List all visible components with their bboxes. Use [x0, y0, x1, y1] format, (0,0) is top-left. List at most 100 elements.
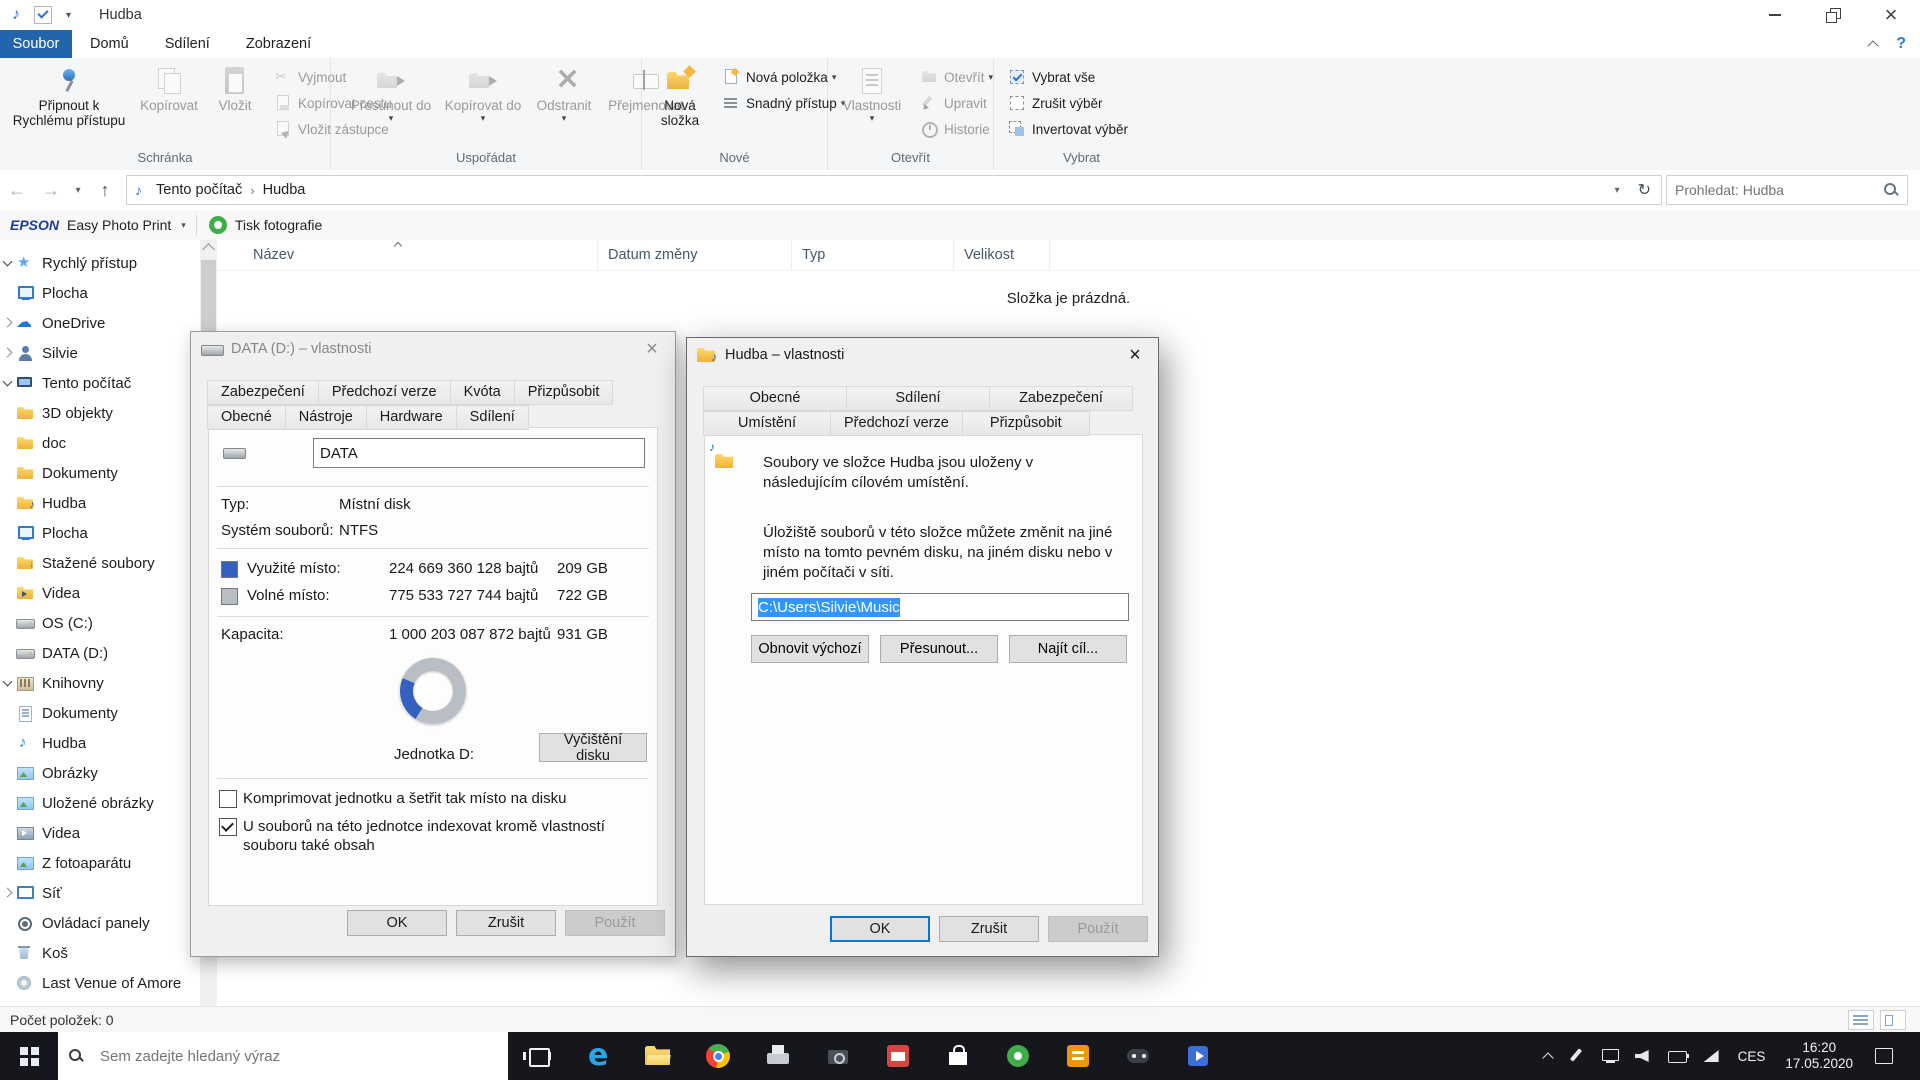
- dialog-titlebar[interactable]: DATA (D:) – vlastnosti ×: [191, 332, 675, 366]
- sidebar-item[interactable]: Videa ▾: [0, 818, 200, 848]
- expand-chevron-icon[interactable]: [0, 795, 16, 811]
- search-icon[interactable]: [1883, 182, 1899, 198]
- dialog-tab[interactable]: Obecné: [207, 405, 286, 430]
- ribbon-tab[interactable]: Zobrazení: [228, 30, 329, 58]
- expand-chevron-icon[interactable]: [0, 885, 16, 901]
- column-header-name[interactable]: Název: [217, 240, 598, 270]
- copy-button[interactable]: Kopírovat: [132, 61, 206, 116]
- breadcrumb-item[interactable]: Tento počítač: [150, 182, 248, 198]
- sidebar-item[interactable]: Uložené obrázky ▾: [0, 788, 200, 818]
- taskbar-app-button[interactable]: [1048, 1032, 1108, 1080]
- up-icon[interactable]: ↑: [88, 180, 122, 201]
- dialog-tab[interactable]: Sdílení: [455, 405, 529, 430]
- disk-cleanup-button[interactable]: Vyčištění disku: [539, 732, 647, 764]
- start-button[interactable]: [0, 1032, 58, 1080]
- select-none-button[interactable]: Zrušit výběr: [1002, 90, 1134, 116]
- sidebar-item[interactable]: 3D objekty ▾: [0, 398, 200, 428]
- expand-chevron-icon[interactable]: [0, 945, 16, 961]
- expand-chevron-icon[interactable]: [0, 735, 16, 751]
- ribbon-tab[interactable]: Sdílení: [147, 30, 228, 58]
- index-checkbox[interactable]: [219, 818, 237, 836]
- restore-button[interactable]: [1804, 0, 1862, 30]
- dialog-tab[interactable]: Přizpůsobit: [961, 411, 1090, 436]
- refresh-icon[interactable]: ↻: [1628, 180, 1661, 200]
- language-indicator[interactable]: CES: [1734, 1049, 1770, 1064]
- signal-tray-icon[interactable]: [1700, 1044, 1724, 1068]
- select-all-button[interactable]: Vybrat vše: [1002, 64, 1134, 90]
- taskbar-app-button[interactable]: [1108, 1032, 1168, 1080]
- ribbon-tab[interactable]: Domů: [72, 30, 147, 58]
- cancel-button[interactable]: Zrušit: [939, 916, 1039, 942]
- sidebar-item[interactable]: Hudba ▾: [0, 488, 200, 518]
- dialog-titlebar[interactable]: Hudba – vlastnosti ×: [687, 338, 1158, 372]
- find-target-button[interactable]: Najít cíl...: [1009, 635, 1127, 663]
- breadcrumb[interactable]: ♪ Tento počítač › Hudba ▾ ↻: [126, 175, 1662, 205]
- cancel-button[interactable]: Zrušit: [456, 910, 556, 936]
- sidebar-item[interactable]: Koš ▾: [0, 938, 200, 968]
- sidebar-item[interactable]: Knihovny ▾: [0, 668, 200, 698]
- expand-chevron-icon[interactable]: [0, 495, 16, 511]
- expand-chevron-icon[interactable]: [0, 825, 16, 841]
- volume-label-input[interactable]: [313, 438, 645, 468]
- taskbar-search-input[interactable]: [92, 1046, 498, 1066]
- dialog-tab[interactable]: Předchozí verze: [830, 411, 963, 436]
- location-path-input[interactable]: C:\Users\Silvie\Music: [751, 593, 1129, 621]
- column-header-type[interactable]: Typ: [792, 240, 954, 270]
- apply-button[interactable]: Použít: [1048, 916, 1148, 942]
- qat-customize-caret-icon[interactable]: ▾: [66, 10, 71, 21]
- compress-checkbox[interactable]: [219, 790, 237, 808]
- copy-to-button[interactable]: Kopírovat do ▾: [437, 61, 529, 126]
- tab-soubor[interactable]: Soubor: [0, 30, 72, 58]
- move-to-button[interactable]: Přesunout do ▾: [345, 61, 437, 126]
- search-input[interactable]: [1667, 182, 1883, 198]
- sidebar-item[interactable]: DATA (D:) ▾: [0, 638, 200, 668]
- sidebar-item[interactable]: Hudba ▾: [0, 728, 200, 758]
- expand-chevron-icon[interactable]: [0, 675, 16, 691]
- expand-chevron-icon[interactable]: [0, 255, 16, 271]
- expand-chevron-icon[interactable]: [0, 375, 16, 391]
- column-header-size[interactable]: Velikost: [954, 240, 1050, 270]
- dialog-tab[interactable]: Kvóta: [449, 380, 515, 405]
- sidebar-item[interactable]: Ovládací panely ▾: [0, 908, 200, 938]
- battery-tray-icon[interactable]: [1666, 1044, 1690, 1068]
- tray-overflow-icon[interactable]: [1542, 1050, 1554, 1062]
- apply-button[interactable]: Použít: [565, 910, 665, 936]
- pin-to-quick-access-button[interactable]: Připnout k Rychlému přístupu: [6, 61, 132, 131]
- column-header-date[interactable]: Datum změny: [598, 240, 792, 270]
- print-photo-button[interactable]: Tisk fotografie: [235, 217, 322, 233]
- dialog-tab[interactable]: Zabezpečení: [989, 386, 1133, 411]
- sidebar-item[interactable]: OS (C:) ▾: [0, 608, 200, 638]
- dialog-close-icon[interactable]: ×: [1112, 338, 1158, 372]
- expand-chevron-icon[interactable]: [0, 315, 16, 331]
- expand-chevron-icon[interactable]: [0, 705, 16, 721]
- taskbar-app-button[interactable]: [568, 1032, 628, 1080]
- sidebar-item[interactable]: Dokumenty ▾: [0, 458, 200, 488]
- network-tray-icon[interactable]: [1598, 1044, 1622, 1068]
- sidebar-item[interactable]: Silvie ▾: [0, 338, 200, 368]
- dialog-tab[interactable]: Umístění: [703, 411, 831, 436]
- sidebar-item[interactable]: OneDrive ▾: [0, 308, 200, 338]
- taskbar-app-button[interactable]: [628, 1032, 688, 1080]
- expand-chevron-icon[interactable]: [0, 765, 16, 781]
- sort-ascending-icon[interactable]: [393, 241, 403, 248]
- sidebar-item[interactable]: Obrázky ▾: [0, 758, 200, 788]
- scroll-up-icon[interactable]: [202, 243, 215, 256]
- expand-chevron-icon[interactable]: [0, 345, 16, 361]
- sidebar-item[interactable]: Z fotoaparátu ▾: [0, 848, 200, 878]
- volume-tray-icon[interactable]: [1632, 1044, 1656, 1068]
- taskbar-app-button[interactable]: [688, 1032, 748, 1080]
- sidebar-item[interactable]: Tento počítač ▾: [0, 368, 200, 398]
- sidebar-item[interactable]: Stažené soubory ▾: [0, 548, 200, 578]
- sidebar-item[interactable]: Síť ▾: [0, 878, 200, 908]
- sidebar-item[interactable]: Last Venue of Amore ▾: [0, 968, 200, 998]
- sidebar-item[interactable]: doc ▾: [0, 428, 200, 458]
- sidebar-item[interactable]: Plocha ▾: [0, 278, 200, 308]
- expand-chevron-icon[interactable]: [0, 465, 16, 481]
- back-icon[interactable]: ←: [0, 180, 34, 201]
- delete-button[interactable]: Odstranit ▾: [529, 61, 599, 126]
- sidebar-item[interactable]: Videa ▾: [0, 578, 200, 608]
- taskbar-app-button[interactable]: [808, 1032, 868, 1080]
- paste-button[interactable]: Vložit: [206, 61, 264, 116]
- collapse-ribbon-icon[interactable]: [1868, 39, 1878, 49]
- expand-chevron-icon[interactable]: [0, 405, 16, 421]
